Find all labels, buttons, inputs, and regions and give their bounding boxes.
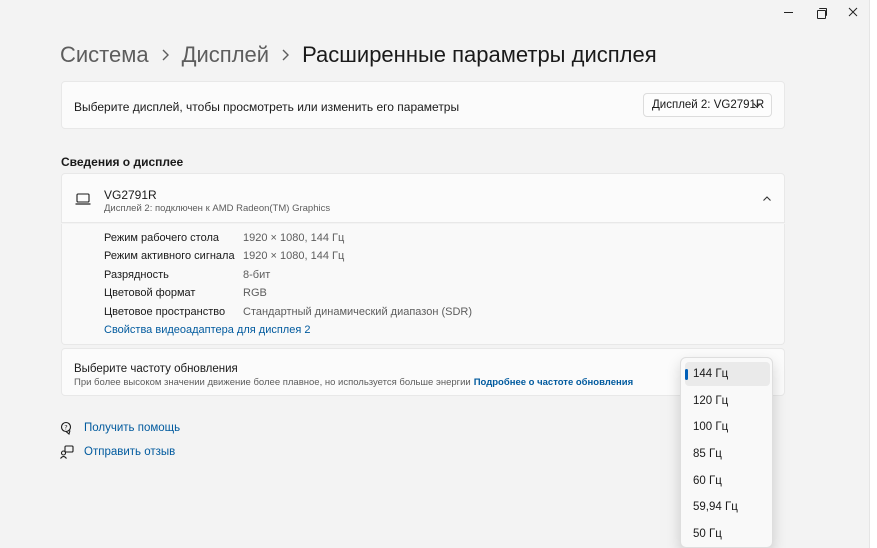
svg-text:?: ? (64, 423, 67, 431)
adapter-properties-link[interactable]: Свойства видеоадаптера для дисплея 2 (104, 324, 310, 336)
refresh-option[interactable]: 50 Гц (685, 522, 770, 546)
property-value: Стандартный динамический диапазон (SDR) (243, 306, 473, 318)
refresh-option[interactable]: 100 Гц (685, 415, 770, 439)
chevron-up-icon[interactable] (762, 194, 772, 204)
display-dropdown-value: Дисплей 2: VG2791R (652, 99, 765, 111)
display-info-details: Режим рабочего стола 1920 × 1080, 144 Гц… (61, 224, 785, 345)
display-info-header[interactable]: VG2791R Дисплей 2: подключен к AMD Radeo… (61, 173, 785, 223)
breadcrumb-item-display[interactable]: Дисплей (182, 42, 269, 68)
property-value: 1920 × 1080, 144 Гц (243, 232, 345, 244)
refresh-option[interactable]: 59,94 Гц (685, 495, 770, 519)
refresh-option[interactable]: 60 Гц (685, 469, 770, 493)
title-bar (0, 0, 869, 24)
monitor-name: VG2791R (104, 188, 157, 202)
laptop-monitor-icon (75, 193, 91, 205)
close-button[interactable] (836, 0, 870, 24)
refresh-rate-learn-more-link[interactable]: Подробнее о частоте обновления (474, 377, 633, 388)
display-select-label: Выберите дисплей, чтобы просмотреть или … (74, 100, 460, 114)
restore-button[interactable] (804, 0, 838, 24)
display-info-heading: Сведения о дисплее (61, 155, 184, 169)
monitor-connection: Дисплей 2: подключен к AMD Radeon(TM) Gr… (104, 203, 331, 214)
refresh-option-selected[interactable]: 144 Гц (685, 362, 770, 386)
send-feedback-label: Отправить отзыв (84, 446, 176, 458)
page-title: Расширенные параметры дисплея (302, 42, 657, 67)
property-key: Разрядность (104, 269, 169, 281)
refresh-rate-description: При более высоком значении движение боле… (74, 377, 633, 388)
property-value: RGB (243, 287, 267, 299)
display-select-card: Выберите дисплей, чтобы просмотреть или … (61, 81, 785, 129)
refresh-rate-dropdown-list: 144 Гц 120 Гц 100 Гц 85 Гц 60 Гц 59,94 Г… (680, 357, 773, 548)
refresh-option[interactable]: 85 Гц (685, 442, 770, 466)
send-feedback-link[interactable]: Отправить отзыв (60, 445, 175, 459)
chevron-right-icon (161, 49, 170, 61)
chevron-right-icon (281, 49, 290, 61)
get-help-link[interactable]: ? Получить помощь (60, 421, 180, 435)
chevron-down-icon (753, 103, 761, 108)
refresh-option[interactable]: 120 Гц (685, 389, 770, 413)
help-icon: ? (60, 421, 74, 435)
property-key: Режим активного сигнала (104, 250, 235, 262)
display-dropdown[interactable]: Дисплей 2: VG2791R (643, 93, 772, 117)
minimize-button[interactable] (771, 0, 805, 24)
property-key: Цветовое пространство (104, 306, 226, 318)
refresh-rate-title: Выберите частоту обновления (74, 363, 238, 375)
property-value: 1920 × 1080, 144 Гц (243, 250, 345, 262)
breadcrumb-item-system[interactable]: Система (60, 42, 149, 68)
refresh-rate-description-text: При более высоком значении движение боле… (74, 377, 471, 388)
window-edge (869, 0, 877, 548)
property-key: Режим рабочего стола (104, 232, 220, 244)
get-help-label: Получить помощь (84, 422, 181, 434)
close-icon (848, 7, 858, 17)
minimize-icon (783, 11, 793, 13)
refresh-rate-card: Выберите частоту обновления При более вы… (61, 348, 785, 396)
breadcrumb: Система Дисплей Расширенные параметры ди… (60, 38, 657, 72)
property-key: Цветовой формат (104, 287, 196, 299)
property-value: 8-бит (243, 269, 271, 281)
restore-icon (816, 7, 827, 19)
feedback-icon (60, 445, 74, 459)
